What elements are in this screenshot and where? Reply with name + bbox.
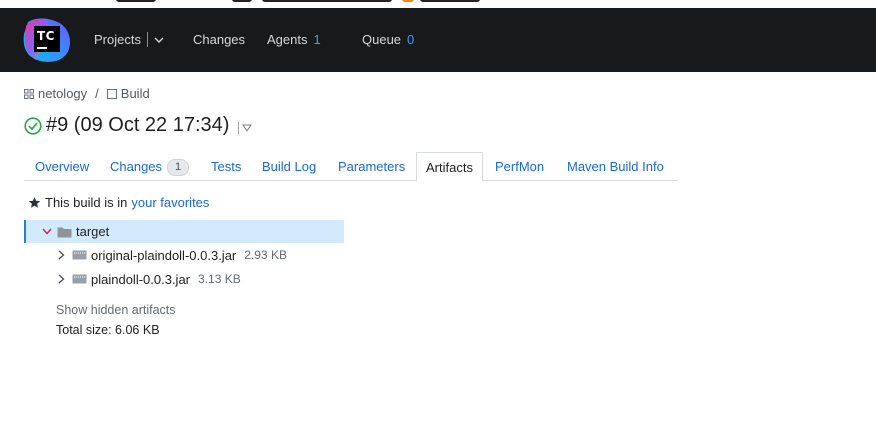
tab-label: Build Log (262, 159, 317, 174)
tab-overview[interactable]: Overview (35, 152, 89, 180)
changes-count-badge: 1 (167, 159, 190, 176)
queue-count: 0 (407, 32, 415, 47)
nav-agents-label: Agents (267, 32, 308, 47)
chevron-right-icon[interactable] (58, 250, 65, 260)
total-size: Total size: 6.06 KB (56, 323, 160, 337)
tab-label: Tests (211, 159, 242, 174)
breadcrumb-build-config[interactable]: Build (121, 86, 150, 101)
build-tabs: Overview Changes 1 Tests Build Log Parame… (24, 152, 678, 182)
breadcrumb-project[interactable]: netology (38, 86, 87, 101)
show-hidden-artifacts-link[interactable]: Show hidden artifacts (56, 303, 176, 317)
tab-label: Maven Build Info (567, 159, 664, 174)
build-title-row: #9 (09 Oct 22 17:34) (24, 114, 253, 137)
folder-name: target (76, 224, 110, 239)
artifact-folder-row[interactable]: target (24, 220, 344, 243)
nav-queue[interactable]: Queue 0 (362, 32, 414, 50)
tab-parameters[interactable]: Parameters (338, 152, 405, 180)
cropped-mark (262, 0, 392, 2)
chevron-right-icon[interactable] (58, 274, 65, 284)
tab-label: Changes (110, 159, 163, 174)
favorites-line: This build is in your favorites (28, 195, 209, 210)
nav-changes-label: Changes (193, 32, 246, 47)
project-grid-icon (24, 88, 34, 99)
tab-perfmon[interactable]: PerfMon (495, 152, 544, 180)
tab-maven-build-info[interactable]: Maven Build Info (567, 152, 664, 180)
title-separator (238, 121, 240, 134)
cropped-mark (420, 0, 480, 2)
folder-icon (57, 227, 72, 237)
breadcrumb: netology / Build (24, 86, 150, 101)
top-navbar: TC Projects Changes Agents 1 Queue 0 (0, 8, 876, 72)
success-check-icon (24, 116, 42, 135)
tab-label: Parameters (338, 159, 406, 174)
file-size: 3.13 KB (198, 272, 241, 286)
tab-artifacts[interactable]: Artifacts (416, 152, 483, 182)
nav-projects[interactable]: Projects (94, 32, 164, 50)
tab-label: Overview (35, 159, 90, 174)
build-config-icon (106, 88, 117, 99)
tab-label: Artifacts (426, 160, 473, 175)
agents-count: 1 (313, 32, 321, 47)
breadcrumb-separator: / (95, 86, 99, 101)
star-icon[interactable] (28, 196, 41, 209)
tab-changes[interactable]: Changes 1 (110, 152, 190, 180)
tab-build-log[interactable]: Build Log (262, 152, 316, 180)
favorites-text: This build is in (45, 195, 128, 210)
file-size: 2.93 KB (244, 248, 287, 262)
nav-projects-label: Projects (94, 32, 141, 47)
archive-icon (72, 250, 87, 260)
nav-agents[interactable]: Agents 1 (267, 32, 321, 50)
tab-tests[interactable]: Tests (211, 152, 241, 180)
build-title: #9 (09 Oct 22 17:34) (46, 114, 230, 136)
cropped-mark (402, 0, 414, 2)
dropdown-triangle-icon[interactable] (242, 124, 253, 132)
artifact-file-row[interactable]: original-plaindoll-0.0.3.jar 2.93 KB (58, 245, 287, 265)
chevron-down-icon[interactable] (42, 228, 52, 235)
top-cropped-strip (0, 0, 876, 8)
tab-label: PerfMon (495, 159, 545, 174)
file-name[interactable]: original-plaindoll-0.0.3.jar (91, 248, 236, 263)
artifact-file-row[interactable]: plaindoll-0.0.3.jar 3.13 KB (58, 269, 241, 289)
favorites-link[interactable]: your favorites (131, 195, 209, 210)
teamcity-logo[interactable]: TC (22, 16, 72, 64)
archive-icon (72, 274, 87, 284)
cropped-mark (232, 0, 252, 2)
nav-queue-label: Queue (362, 32, 402, 47)
nav-separator (146, 32, 148, 47)
nav-changes[interactable]: Changes (193, 32, 245, 50)
cropped-mark (116, 0, 156, 2)
file-name[interactable]: plaindoll-0.0.3.jar (91, 272, 190, 287)
chevron-down-icon[interactable] (154, 37, 164, 43)
logo-text: TC (37, 29, 55, 43)
